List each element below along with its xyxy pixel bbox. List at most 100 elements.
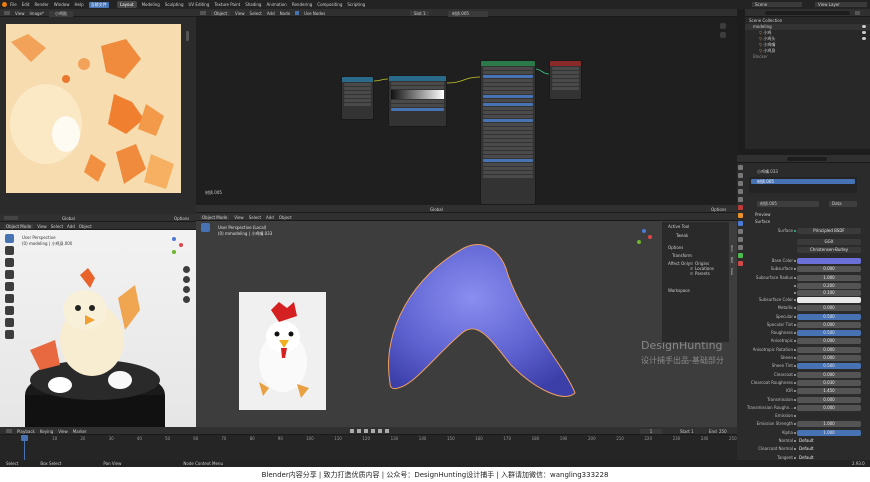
image-view-menu[interactable]: View xyxy=(15,11,25,17)
socket-dot-icon[interactable] xyxy=(794,406,796,409)
bsdf-row-value[interactable] xyxy=(797,296,861,303)
measure-tool-icon[interactable] xyxy=(201,307,210,316)
properties-search-field[interactable] xyxy=(787,157,827,161)
bsdf-row-value[interactable]: 0.000 xyxy=(797,371,861,378)
select-tool-icon[interactable] xyxy=(201,223,210,232)
prev-key-icon[interactable] xyxy=(357,429,361,433)
locations-checkbox[interactable] xyxy=(690,267,693,270)
view-layer-selector[interactable]: View Layer xyxy=(815,2,867,7)
axis-x-icon[interactable] xyxy=(648,235,652,239)
main-add-menu[interactable]: Add xyxy=(266,215,274,220)
axis-y-icon[interactable] xyxy=(172,250,176,254)
eye-icon[interactable] xyxy=(862,37,866,40)
workspace-tab-texture-paint[interactable]: Texture Paint xyxy=(214,1,240,8)
camera-icon[interactable] xyxy=(183,286,190,293)
socket-dot-icon[interactable] xyxy=(794,323,796,326)
axis-y-icon[interactable] xyxy=(637,240,641,244)
bsdf-row-value[interactable]: 0.500 xyxy=(797,313,861,320)
left-mode-dropdown[interactable]: Object Mode xyxy=(4,224,34,229)
add-cube-tool-icon[interactable] xyxy=(5,330,14,339)
bsdf-row-value[interactable]: 1.000 xyxy=(797,421,861,428)
bsdf-row-value[interactable]: 0.000 xyxy=(797,266,861,273)
node-zoom-icon[interactable] xyxy=(720,23,726,29)
transform-header[interactable]: Transform xyxy=(672,253,692,258)
workspace-tab-layout[interactable]: Layout xyxy=(117,1,137,8)
main-mode-dropdown[interactable]: Object Mode xyxy=(200,215,230,220)
material-slot-item[interactable]: 材质.005 xyxy=(751,179,855,184)
image-image-menu[interactable]: Image* xyxy=(30,11,45,17)
workspace-tab-compositing[interactable]: Compositing xyxy=(317,1,342,8)
select-tool-icon[interactable] xyxy=(5,234,14,243)
play-reverse-icon[interactable] xyxy=(364,429,368,433)
preview-panel-header[interactable]: Preview xyxy=(755,212,771,217)
bsdf-row-value[interactable]: 0.000 xyxy=(797,305,861,312)
transform-icons[interactable] xyxy=(4,216,18,220)
output-tab-icon[interactable] xyxy=(738,181,743,186)
workspace-tab-scripting[interactable]: Scripting xyxy=(347,1,365,8)
rotate-tool-icon[interactable] xyxy=(5,270,14,279)
timeline-view-menu[interactable]: View xyxy=(58,429,68,434)
image-editor-type-icon[interactable] xyxy=(4,11,10,15)
menu-edit[interactable]: Edit xyxy=(22,2,30,8)
main-select-menu[interactable]: Select xyxy=(249,215,261,220)
keying-menu[interactable]: Keying xyxy=(40,429,53,434)
material-slot-list[interactable]: 材质.005 xyxy=(749,177,857,193)
render-tab-icon[interactable] xyxy=(738,173,743,178)
menu-help[interactable]: Help xyxy=(74,2,83,8)
socket-dot-icon[interactable] xyxy=(794,431,796,434)
bsdf-row-value[interactable]: 0.030 xyxy=(797,379,861,386)
bsdf-row-value[interactable]: Default xyxy=(797,446,861,452)
bsdf-row-value[interactable]: 0.200 xyxy=(797,282,861,289)
active-tool-header[interactable]: Active Tool xyxy=(668,224,689,229)
modifier-tab-icon[interactable] xyxy=(738,221,743,226)
workspace-tab-rendering[interactable]: Rendering xyxy=(292,1,312,8)
beak-mesh[interactable] xyxy=(376,235,586,420)
socket-dot-icon[interactable] xyxy=(794,340,796,343)
socket-dot-icon[interactable] xyxy=(794,291,796,294)
bsdf-row-value[interactable] xyxy=(797,413,861,420)
scene-tab-icon[interactable] xyxy=(738,197,743,202)
left-view-menu[interactable]: View xyxy=(37,224,47,229)
options-header[interactable]: Options xyxy=(668,245,683,250)
socket-dot-icon[interactable] xyxy=(794,276,796,279)
measure-tool-icon[interactable] xyxy=(5,318,14,327)
socket-dot-icon[interactable] xyxy=(794,284,796,287)
bsdf-row-value[interactable]: 1.450 xyxy=(797,388,861,395)
main-global-dropdown[interactable]: Global xyxy=(430,207,443,212)
bsdf-row-value[interactable]: 1.000 xyxy=(797,429,861,436)
menu-file[interactable]: File xyxy=(10,2,17,8)
timeline-ruler[interactable]: 0102030405060708090100110120130140150160… xyxy=(0,435,737,460)
transform-tool-icon[interactable] xyxy=(5,294,14,303)
axis-z-icon[interactable] xyxy=(642,229,646,233)
play-icon[interactable] xyxy=(371,429,375,433)
tool-tab-icon[interactable] xyxy=(738,165,743,170)
view-layer-tab-icon[interactable] xyxy=(738,189,743,194)
main-nav-gizmo[interactable] xyxy=(634,229,656,251)
socket-dot-icon[interactable] xyxy=(794,415,796,418)
socket-dot-icon[interactable] xyxy=(794,390,796,393)
rotate-tool-icon[interactable] xyxy=(201,259,210,268)
marker-menu[interactable]: Marker xyxy=(73,429,87,434)
zoom-icon[interactable] xyxy=(183,266,190,273)
main-options-menu[interactable]: Options xyxy=(711,207,726,212)
material-output-node[interactable] xyxy=(549,60,582,100)
bsdf-row-value[interactable]: 0.000 xyxy=(797,355,861,361)
scale-tool-icon[interactable] xyxy=(201,271,210,280)
socket-dot-icon[interactable] xyxy=(794,260,796,262)
annotate-tool-icon[interactable] xyxy=(201,295,210,304)
distribution-dropdown[interactable]: GGX xyxy=(797,239,861,245)
left-global-dropdown[interactable]: Global xyxy=(62,216,75,221)
texture-canvas[interactable] xyxy=(6,24,181,193)
workspace-tab-shading[interactable]: Shading xyxy=(245,1,261,8)
end-frame-field[interactable]: 250 xyxy=(719,429,727,434)
bsdf-row-value[interactable]: 0.500 xyxy=(797,363,861,370)
socket-dot-icon[interactable] xyxy=(794,448,796,451)
menu-window[interactable]: Window xyxy=(54,2,70,8)
bsdf-row-value[interactable]: Default xyxy=(797,438,861,444)
current-file-badge[interactable]: 当前文件 xyxy=(88,2,109,8)
scale-tool-icon[interactable] xyxy=(5,282,14,291)
world-tab-icon[interactable] xyxy=(738,205,743,210)
blender-logo-icon[interactable] xyxy=(2,2,7,7)
n-tab-view[interactable]: View xyxy=(730,268,734,275)
workspace-tab-animation[interactable]: Animation xyxy=(266,1,286,8)
